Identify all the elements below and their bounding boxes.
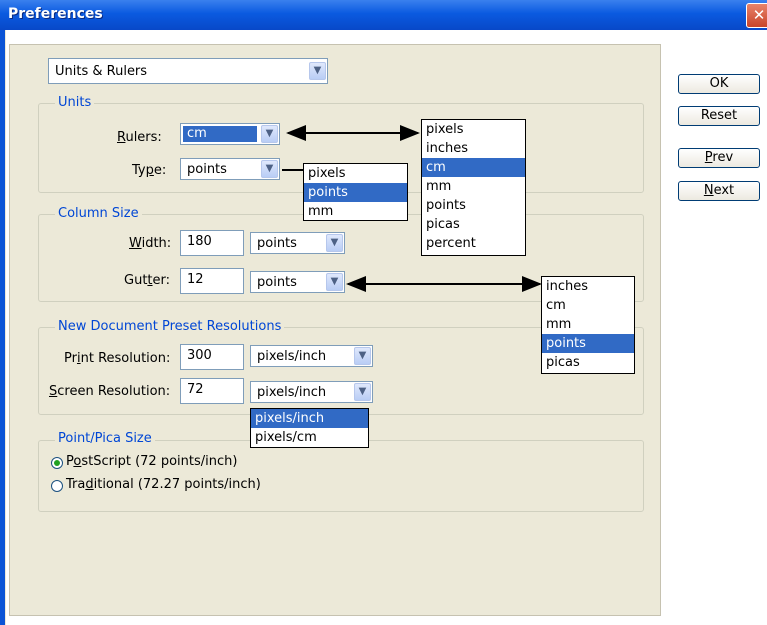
callout-arrows (282, 125, 542, 292)
dropdown-option[interactable]: cm (422, 158, 525, 177)
dropdown-option[interactable]: mm (304, 202, 407, 221)
dropdown-option[interactable]: points (542, 334, 634, 353)
dropdown-option[interactable]: pixels (422, 120, 525, 139)
preferences-dialog: Preferences ✕ Units & Rulers ▼ OK Reset … (0, 0, 767, 625)
rulers-dropdown-list[interactable]: pixels inches cm mm points picas percent (421, 119, 526, 256)
dropdown-option[interactable]: inches (422, 139, 525, 158)
dropdown-option[interactable]: points (304, 183, 407, 202)
dropdown-option[interactable]: mm (422, 177, 525, 196)
dropdown-option[interactable]: cm (542, 296, 634, 315)
dropdown-option[interactable]: picas (422, 215, 525, 234)
dropdown-option[interactable]: percent (422, 234, 525, 253)
dropdown-option[interactable]: pixels/cm (251, 428, 368, 447)
dropdown-option[interactable]: pixels/inch (251, 409, 368, 428)
gutter-dropdown-list[interactable]: inches cm mm points picas (541, 276, 635, 374)
dropdown-option[interactable]: mm (542, 315, 634, 334)
dropdown-option[interactable]: pixels (304, 164, 407, 183)
screen-unit-dropdown-list[interactable]: pixels/inch pixels/cm (250, 408, 369, 448)
dropdown-option[interactable]: points (422, 196, 525, 215)
dropdown-option[interactable]: picas (542, 353, 634, 372)
dropdown-option[interactable]: inches (542, 277, 634, 296)
type-dropdown-list[interactable]: pixels points mm (303, 163, 408, 221)
